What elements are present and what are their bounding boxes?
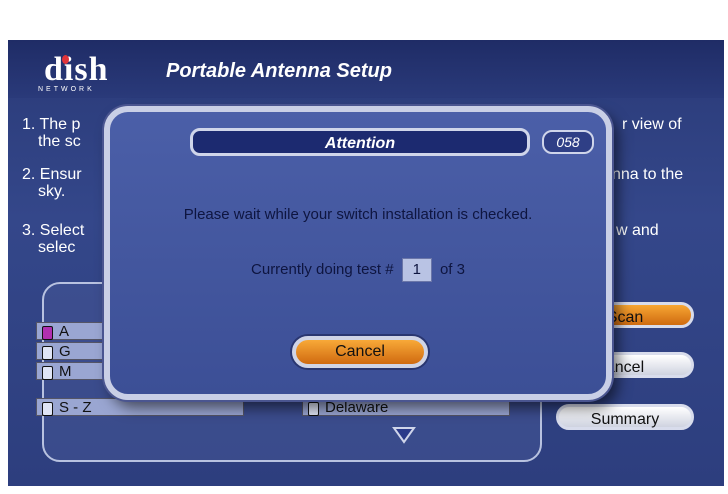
scroll-down-arrow-icon[interactable] xyxy=(392,426,416,444)
step-1-right: r view of xyxy=(622,116,682,133)
state-item-delaware[interactable]: Delaware xyxy=(302,398,510,416)
test-of-label: of xyxy=(439,261,453,278)
header-bar: dish NETWORK Portable Antenna Setup xyxy=(8,40,724,98)
step-3: 3. Select selec xyxy=(22,222,84,256)
step-1-line2: the sc xyxy=(38,133,81,150)
test-prefix: Currently doing test # xyxy=(251,261,394,278)
attention-dialog: Attention 058 Please wait while your swi… xyxy=(104,106,612,400)
test-current-number: 1 xyxy=(401,258,432,282)
checkbox-icon xyxy=(42,366,53,380)
logo-subtitle: NETWORK xyxy=(38,86,95,93)
step-3-line1: 3. Select xyxy=(22,222,85,239)
step-2: 2. Ensur sky. xyxy=(22,166,82,200)
checkbox-icon xyxy=(308,402,319,416)
checkbox-icon xyxy=(42,326,53,340)
checkbox-icon xyxy=(42,346,53,360)
state-item-label: Delaware xyxy=(325,399,389,416)
page-title: Portable Antenna Setup xyxy=(166,60,392,82)
list-item-label: G xyxy=(59,343,71,360)
step-2-right: nna to the xyxy=(612,166,684,183)
list-item-label: M xyxy=(59,363,72,380)
step-1: 1. The p the sc xyxy=(22,116,81,150)
list-item-s-z[interactable]: S - Z xyxy=(36,398,244,416)
list-item-label: A xyxy=(59,323,70,340)
checkbox-icon xyxy=(42,402,53,416)
dialog-code-badge: 058 xyxy=(542,130,594,154)
step-2-line2: sky. xyxy=(38,183,66,200)
summary-button[interactable]: Summary xyxy=(556,404,694,430)
test-total-number: 3 xyxy=(456,261,465,278)
dialog-message: Please wait while your switch installati… xyxy=(183,206,533,223)
step-3-right: w and xyxy=(616,222,659,239)
cancel-button[interactable]: Cancel xyxy=(292,336,428,368)
dialog-title: Attention xyxy=(190,128,530,156)
list-item-label: S - Z xyxy=(59,399,92,416)
step-3-line2: selec xyxy=(38,239,76,256)
logo-dot-icon xyxy=(62,55,69,64)
step-1-line1: 1. The p xyxy=(22,116,81,133)
step-2-line1: 2. Ensur xyxy=(22,166,82,183)
dish-logo: dish xyxy=(44,51,109,88)
test-progress-line: Currently doing test # 1 of 3 xyxy=(110,258,606,282)
